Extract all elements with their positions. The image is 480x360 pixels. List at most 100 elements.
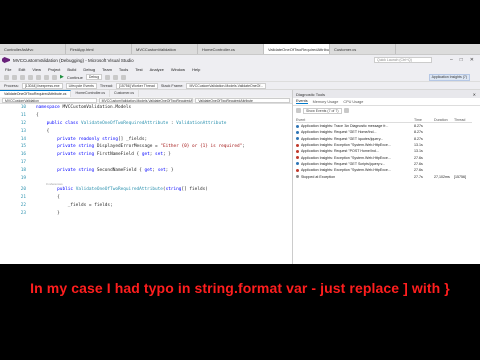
lifecycle-events-button[interactable]: Lifecycle Events [65, 82, 97, 89]
doc-tab[interactable]: HomeController.cs [71, 90, 111, 97]
host-tab[interactable]: FirstApp.html [66, 44, 132, 54]
search-icon[interactable] [343, 108, 349, 113]
host-tab[interactable]: ControllerAsMvc [0, 44, 66, 54]
events-toolbar: Show Events (7 of 7) [293, 106, 480, 115]
event-cell: Application Insights: Request "GET /quot… [296, 137, 414, 141]
event-duration: 27,102ms [434, 174, 450, 179]
stack-frame-select[interactable]: MVCCustomValidation.Models.ValidateOneOf… [186, 82, 267, 89]
menu-view[interactable]: View [32, 67, 41, 72]
event-cell: Application Insights: Request "POST Home… [296, 149, 414, 153]
show-events-select[interactable]: Show Events (7 of 7) [303, 107, 342, 114]
column-header-thread[interactable]: Thread [454, 118, 472, 122]
column-header-duration[interactable]: Duration [434, 118, 454, 122]
title-bar: MVCCustomValidation (Debugging) - Micros… [0, 55, 480, 65]
visual-studio-window: MVCCustomValidation (Debugging) - Micros… [0, 55, 480, 264]
code-line[interactable]: 13 { [0, 127, 292, 135]
code-text: private string FirstNameField { get; set… [57, 152, 171, 158]
code-text: private readonly string[] _fields; [57, 136, 148, 142]
config-select[interactable]: Debug [85, 74, 103, 80]
menu-tools[interactable]: Tools [119, 67, 128, 72]
event-row[interactable]: Stopped at Exception 27.7s 27,102ms [15756] [296, 173, 472, 179]
code-line[interactable]: 21 { [0, 194, 292, 202]
panel-title: Diagnostic Tools [296, 91, 326, 97]
menu-file[interactable]: File [5, 67, 11, 72]
code-line[interactable]: 12 public class ValidateOneOfTwoRequired… [0, 120, 292, 128]
quick-launch-input[interactable]: Quick Launch (Ctrl+Q) [373, 57, 432, 63]
window-controls: – □ ✕ [450, 57, 474, 63]
undo-icon[interactable] [44, 74, 49, 80]
menu-edit[interactable]: Edit [18, 67, 25, 72]
host-tab-active[interactable]: ValidateOneOfTwoRequiredAttribute.cs [264, 44, 330, 54]
column-header-time[interactable]: Time [414, 118, 434, 122]
doc-tab[interactable]: Customer.cs [110, 90, 140, 97]
minimize-icon[interactable]: – [450, 57, 453, 63]
pause-icon[interactable] [105, 74, 111, 80]
code-line[interactable]: 17 [0, 159, 292, 167]
code-line[interactable]: 23 } [0, 209, 292, 217]
application-insights-button[interactable]: Application Insights (7) [428, 73, 470, 81]
project-select[interactable]: MVCCustomValidation [2, 98, 97, 103]
tab-events[interactable]: Events [296, 99, 308, 104]
code-line[interactable]: 10 namespace MVCCustomValidation.Models [0, 104, 292, 112]
code-line[interactable]: 19 [0, 174, 292, 182]
tab-memory-usage[interactable]: Memory Usage [313, 100, 339, 104]
restart-icon[interactable] [121, 74, 127, 80]
open-file-icon[interactable] [28, 74, 33, 80]
member-select[interactable]: ValidateOneOfTwoRequiredAttribute [195, 98, 291, 103]
line-number: 13 [20, 128, 26, 134]
code-text: public ValidateOneOfTwoRequiredAttribute… [57, 187, 208, 193]
new-file-icon[interactable] [20, 74, 25, 80]
code-text: { [36, 128, 50, 134]
host-tab[interactable]: Customer.cs [330, 44, 396, 54]
event-cell: Application Insights: Exception "System.… [296, 143, 414, 147]
close-icon[interactable]: ✕ [473, 92, 476, 97]
play-icon[interactable]: ▶ [60, 74, 64, 80]
save-icon[interactable] [36, 74, 41, 80]
host-tab[interactable]: MVCCustomValidation [132, 44, 198, 54]
doc-tab-active[interactable]: ValidateOneOfTwoRequiredAttribute.cs [0, 90, 72, 97]
code-area[interactable]: 10 namespace MVCCustomValidation.Models 11… [0, 104, 292, 217]
menu-bar: File Edit View Project Build Debug Team … [0, 65, 480, 73]
diagnostic-tools-panel: Diagnostic Tools ✕ Events Memory Usage C… [293, 90, 480, 264]
code-line[interactable]: 15 private string DisplayedErrorMessage … [0, 143, 292, 151]
menu-help[interactable]: Help [192, 67, 200, 72]
event-thread: [15756] [454, 174, 466, 179]
line-number: 20 [20, 187, 26, 193]
type-select[interactable]: MVCCustomValidation.Models.ValidateOneOf… [98, 98, 194, 103]
redo-icon[interactable] [52, 74, 57, 80]
maximize-icon[interactable]: □ [460, 57, 463, 63]
menu-project[interactable]: Project [48, 67, 60, 72]
menu-test[interactable]: Test [135, 67, 142, 72]
exception-icon [296, 149, 299, 153]
process-select[interactable]: [13044] iisexpress.exe [21, 82, 63, 89]
menu-build[interactable]: Build [67, 67, 76, 72]
back-icon[interactable] [4, 74, 9, 80]
tab-cpu-usage[interactable]: CPU Usage [343, 100, 363, 104]
stop-icon[interactable] [113, 74, 119, 80]
host-tab[interactable]: HomeController.cs [198, 44, 264, 54]
close-icon[interactable]: ✕ [470, 57, 474, 63]
video-caption: In my case I had typo in string.format v… [30, 280, 450, 296]
code-line[interactable]: 18 private string SecondNameField { get;… [0, 166, 292, 174]
thread-label: Thread: [99, 83, 113, 88]
continue-button[interactable]: Continue [67, 75, 83, 80]
event-time: 8.27s [414, 124, 423, 129]
filter-icon[interactable] [296, 108, 301, 113]
line-number: 18 [20, 167, 26, 173]
code-line[interactable]: 11 { [0, 112, 292, 120]
code-text: { [36, 195, 60, 201]
document-tabs: ValidateOneOfTwoRequiredAttribute.cs Hom… [0, 90, 292, 97]
code-line[interactable]: 16 private string FirstNameField { get; … [0, 151, 292, 159]
code-line[interactable]: 20 public ValidateOneOfTwoRequiredAttrib… [0, 186, 292, 194]
code-line[interactable]: 14 private readonly string[] _fields; [0, 135, 292, 143]
forward-icon[interactable] [12, 74, 17, 80]
stack-frame-label: Stack Frame: [160, 83, 184, 88]
column-header-event[interactable]: Event [296, 118, 414, 122]
menu-analyze[interactable]: Analyze [150, 67, 164, 72]
debug-location-bar: Process: [13044] iisexpress.exe Lifecycl… [0, 82, 480, 90]
menu-debug[interactable]: Debug [83, 67, 95, 72]
menu-team[interactable]: Team [102, 67, 112, 72]
code-line[interactable]: 22 _fields = fields; [0, 202, 292, 210]
thread-select[interactable]: [15756] Worker Thread [116, 82, 158, 89]
menu-window[interactable]: Window [171, 67, 185, 72]
